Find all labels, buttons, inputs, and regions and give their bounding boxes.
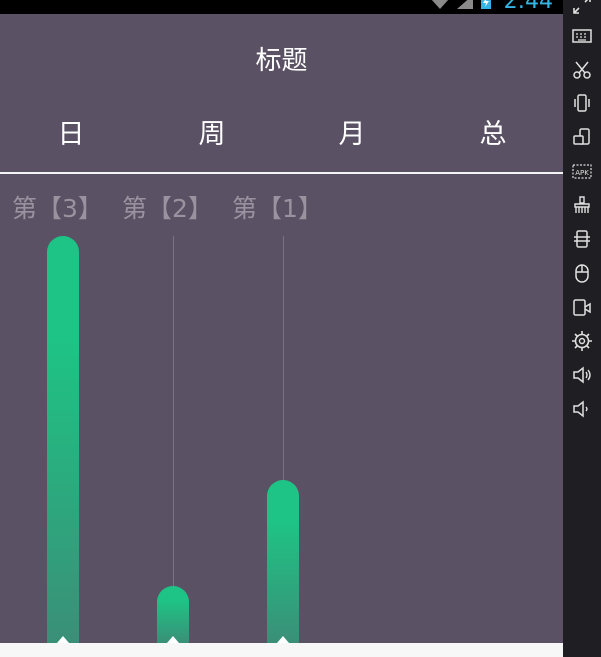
volume-up-icon[interactable] (571, 364, 593, 386)
expand-icon[interactable] (571, 0, 593, 16)
phone-screen: 2:44 标题 日 周 月 总 第【3】 第【2】 第【1】 (0, 0, 563, 657)
volume-down-icon[interactable] (571, 398, 593, 420)
status-bar: 2:44 (0, 0, 563, 14)
tab-divider (0, 172, 563, 174)
svg-text:APK: APK (575, 169, 589, 177)
ranking-bar[interactable] (267, 480, 299, 643)
settings-icon[interactable] (571, 330, 593, 352)
rotate-icon[interactable] (571, 126, 593, 148)
tab-week[interactable]: 周 (182, 118, 242, 152)
bar-guide-line (173, 236, 174, 643)
rank-label: 第【1】 (232, 194, 323, 223)
rank-label: 第【3】 (12, 194, 103, 223)
keyboard-icon[interactable] (571, 25, 593, 47)
tab-total[interactable]: 总 (463, 118, 523, 152)
wifi-icon (431, 0, 448, 9)
period-tabs: 日 周 月 总 (0, 118, 563, 152)
bottom-strip (0, 643, 563, 657)
ranking-bar[interactable] (47, 236, 79, 643)
tab-day[interactable]: 日 (41, 118, 101, 152)
battery-icon (480, 0, 491, 9)
camera-icon[interactable] (571, 296, 593, 318)
tab-month[interactable]: 月 (322, 118, 382, 152)
apk-icon[interactable]: APK (571, 160, 593, 182)
scissors-icon[interactable] (571, 59, 593, 81)
transfer-icon[interactable] (571, 228, 593, 250)
rank-label: 第【2】 (122, 194, 213, 223)
ranking-bar[interactable] (157, 586, 189, 643)
bar-marker (57, 636, 69, 643)
status-icons: 2:44 (430, 0, 553, 14)
mouse-icon[interactable] (571, 262, 593, 284)
broom-icon[interactable] (571, 194, 593, 216)
emulator-toolbar: APK (563, 0, 601, 657)
signal-icon (456, 0, 473, 9)
vibrate-icon[interactable] (571, 92, 593, 114)
page-title: 标题 (255, 46, 308, 76)
bar-marker (167, 636, 179, 643)
bar-marker (277, 636, 289, 643)
clock: 2:44 (503, 0, 553, 14)
